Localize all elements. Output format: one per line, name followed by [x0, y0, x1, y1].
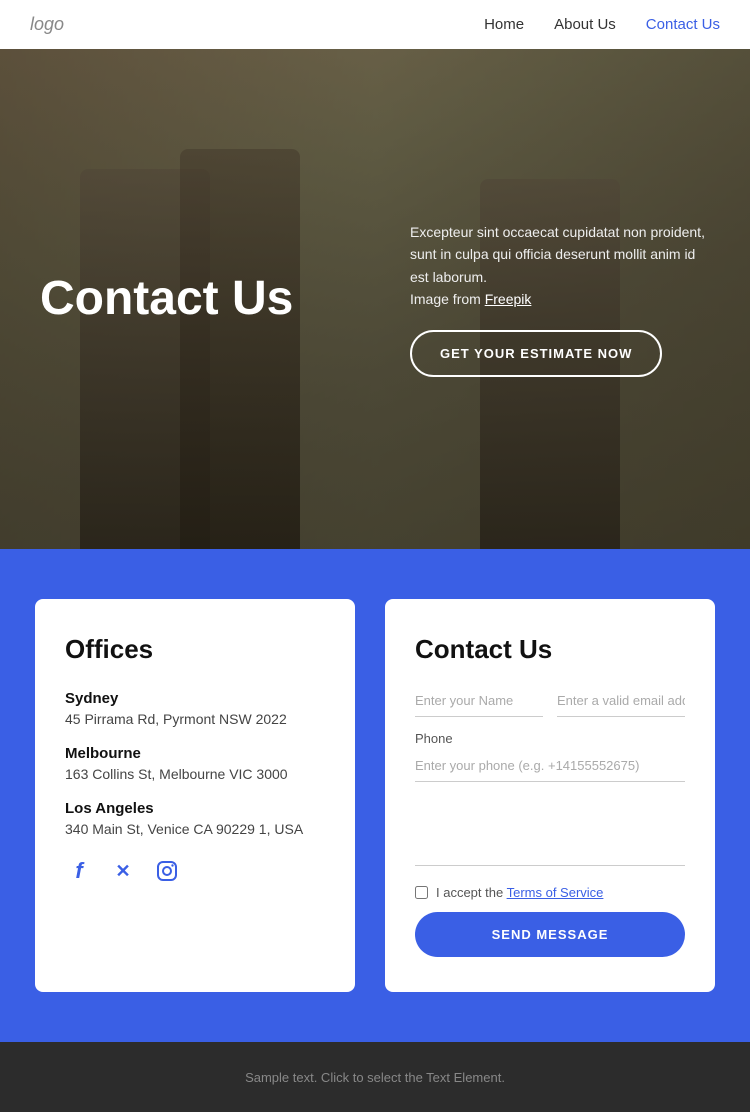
instagram-icon[interactable] — [153, 857, 181, 885]
la-address: 340 Main St, Venice CA 90229 1, USA — [65, 821, 325, 837]
social-icons: f ✕ — [65, 857, 325, 885]
offices-card: Offices Sydney 45 Pirrama Rd, Pyrmont NS… — [35, 599, 355, 992]
terms-checkbox[interactable] — [415, 886, 428, 899]
nav-home[interactable]: Home — [484, 16, 524, 33]
hero-title: Contact Us — [40, 273, 293, 326]
send-message-button[interactable]: SEND MESSAGE — [415, 912, 685, 957]
message-group — [415, 796, 685, 871]
offices-title: Offices — [65, 634, 325, 665]
terms-link[interactable]: Terms of Service — [507, 885, 604, 900]
melbourne-address: 163 Collins St, Melbourne VIC 3000 — [65, 766, 325, 782]
main-section: Offices Sydney 45 Pirrama Rd, Pyrmont NS… — [0, 549, 750, 1042]
footer-text[interactable]: Sample text. Click to select the Text El… — [245, 1070, 505, 1085]
phone-input[interactable] — [415, 750, 685, 782]
hero-content: Contact Us Excepteur sint occaecat cupid… — [0, 221, 750, 378]
sydney-address: 45 Pirrama Rd, Pyrmont NSW 2022 — [65, 711, 325, 727]
contact-card: Contact Us Phone I accept the Terms of S… — [385, 599, 715, 992]
navigation: logo Home About Us Contact Us — [0, 0, 750, 49]
melbourne-name: Melbourne — [65, 745, 325, 762]
name-input[interactable] — [415, 685, 543, 717]
logo: logo — [30, 14, 64, 35]
la-name: Los Angeles — [65, 800, 325, 817]
facebook-icon[interactable]: f — [65, 857, 93, 885]
sydney-name: Sydney — [65, 690, 325, 707]
contact-form-title: Contact Us — [415, 634, 685, 665]
email-input[interactable] — [557, 685, 685, 717]
phone-label: Phone — [415, 731, 685, 746]
message-textarea[interactable] — [415, 796, 685, 866]
office-sydney: Sydney 45 Pirrama Rd, Pyrmont NSW 2022 — [65, 690, 325, 727]
footer: Sample text. Click to select the Text El… — [0, 1042, 750, 1112]
hero-section: Contact Us Excepteur sint occaecat cupid… — [0, 49, 750, 549]
office-los-angeles: Los Angeles 340 Main St, Venice CA 90229… — [65, 800, 325, 837]
freepik-link[interactable]: Freepik — [485, 291, 532, 307]
nav-links: Home About Us Contact Us — [484, 16, 720, 33]
hero-description: Excepteur sint occaecat cupidatat non pr… — [410, 221, 710, 311]
terms-text: I accept the Terms of Service — [436, 885, 603, 900]
name-email-row — [415, 685, 685, 717]
nav-about[interactable]: About Us — [554, 16, 616, 33]
estimate-button[interactable]: GET YOUR ESTIMATE NOW — [410, 330, 662, 377]
office-melbourne: Melbourne 163 Collins St, Melbourne VIC … — [65, 745, 325, 782]
twitter-x-icon[interactable]: ✕ — [109, 857, 137, 885]
terms-row: I accept the Terms of Service — [415, 885, 685, 900]
phone-group: Phone — [415, 731, 685, 782]
nav-contact[interactable]: Contact Us — [646, 16, 720, 33]
hero-right: Excepteur sint occaecat cupidatat non pr… — [410, 221, 710, 378]
